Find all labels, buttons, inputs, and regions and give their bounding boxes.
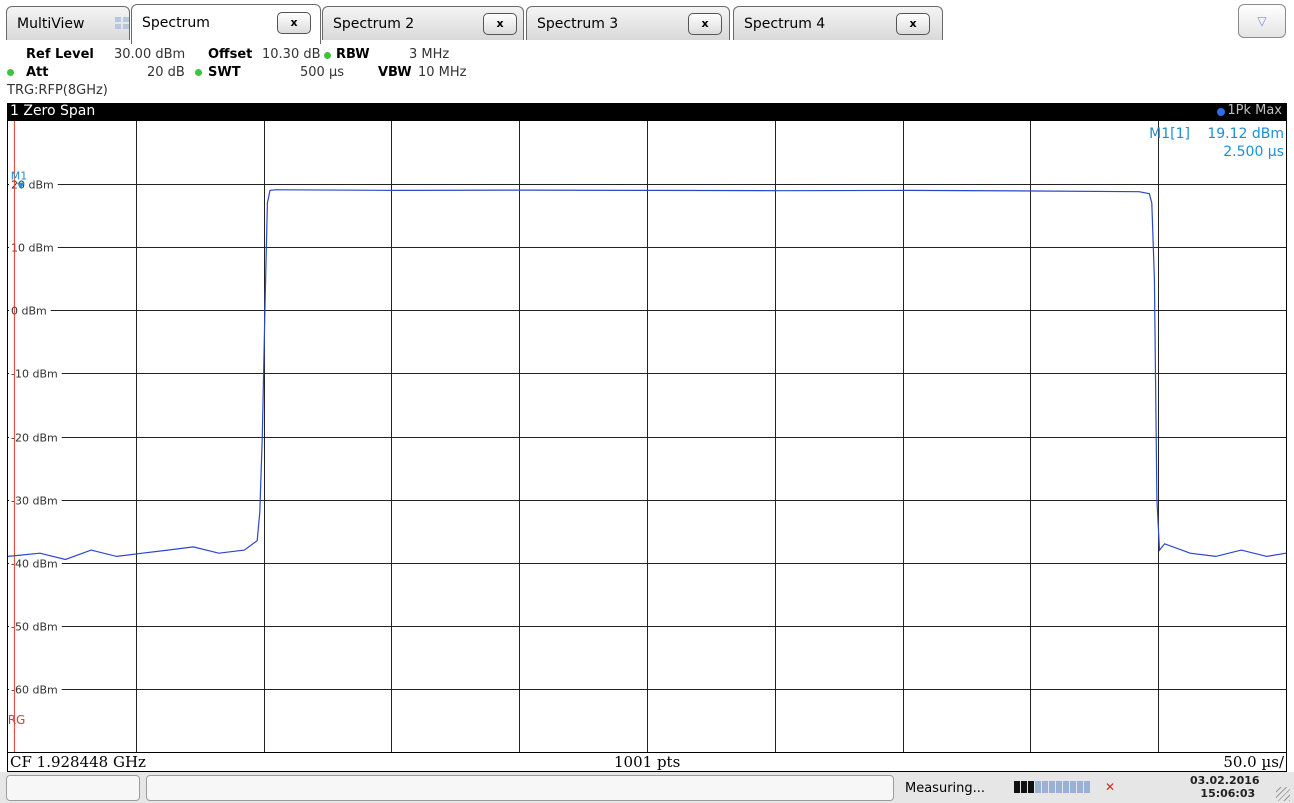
measurement-settings: Ref Level 30.00 dBm Offset 10.30 dB RBW … — [0, 44, 1294, 102]
zero-span-diagram[interactable]: 20 dBm 10 dBm 0 dBm -10 dBm -20 dBm -30 dBm -4… — [7, 121, 1287, 752]
vbw-label: VBW — [378, 65, 412, 80]
swt-coupled-indicator — [195, 69, 202, 76]
rbw-label: RBW — [336, 47, 370, 62]
trigger-label: TRG — [8, 713, 25, 727]
swt-value: 500 µs — [300, 65, 344, 80]
progress-segment — [1035, 781, 1041, 793]
offset-value: 10.30 dB — [262, 47, 321, 62]
tab-spectrum-2[interactable]: Spectrum 2 x — [322, 6, 524, 40]
rbw-value: 3 MHz — [409, 47, 450, 62]
att-label: Att — [26, 65, 49, 80]
att-coupled-indicator — [7, 69, 14, 76]
y-tick-label: -30 dBm — [11, 495, 58, 508]
measuring-status: Measuring... — [905, 781, 986, 796]
progress-segment — [1077, 781, 1083, 793]
y-tick-label: -60 dBm — [11, 684, 58, 697]
progress-segment — [1028, 781, 1034, 793]
sweep-points: 1001 pts — [614, 753, 681, 771]
y-tick-label: 0 dBm — [11, 305, 47, 318]
progress-segment — [1042, 781, 1048, 793]
trace-indicator-icon — [1217, 108, 1225, 116]
status-field-left — [6, 775, 140, 801]
marker-label: M1 — [11, 170, 28, 183]
status-field-message — [146, 775, 894, 801]
y-tick-label: -10 dBm — [11, 368, 58, 381]
window-title: 1 Zero Span — [10, 103, 96, 119]
offset-label: Offset — [208, 47, 253, 62]
measurement-progress-bar — [1014, 781, 1094, 793]
progress-segment — [1070, 781, 1076, 793]
marker-readout-label: M1[1] — [1149, 126, 1190, 142]
center-frequency: CF 1.928448 GHz — [10, 753, 146, 771]
trace-chart: 20 dBm10 dBm0 dBm-10 dBm-20 dBm-30 dBm-4… — [8, 121, 1286, 752]
tab-spectrum[interactable]: Spectrum x — [131, 4, 321, 44]
tab-spectrum-3[interactable]: Spectrum 3 x — [526, 6, 730, 40]
tab-spectrum-4[interactable]: Spectrum 4 x — [733, 6, 943, 40]
y-tick-label: 10 dBm — [11, 242, 54, 255]
tab-label: Spectrum 2 — [333, 16, 415, 32]
time-per-division: 50.0 µs/ — [1223, 753, 1284, 771]
remote-control-icon: ✕ — [1105, 780, 1116, 794]
multiview-grid-icon — [115, 17, 129, 29]
tab-label: Spectrum 3 — [537, 16, 619, 32]
tab-multiview[interactable]: MultiView — [6, 6, 130, 40]
progress-segment — [1084, 781, 1090, 793]
y-tick-label: -20 dBm — [11, 432, 58, 445]
status-bar: Measuring... ✕ 03.02.2016 15:06:03 — [0, 772, 1294, 803]
marker-readout-time: 2.500 µs — [1223, 144, 1284, 160]
rbw-coupled-indicator — [324, 52, 331, 59]
resize-grip-icon[interactable] — [1276, 787, 1290, 801]
date-time: 03.02.2016 15:06:03 — [1190, 774, 1260, 800]
trigger-source: TRG:RFP(8GHz) — [7, 83, 108, 98]
tab-bar: MultiView Spectrum x Spectrum 2 x Spectr… — [0, 0, 1294, 44]
tab-label: MultiView — [17, 16, 85, 32]
tab-menu-button[interactable]: ▽ — [1238, 4, 1286, 38]
close-tab-button[interactable]: x — [277, 12, 311, 34]
ref-level-label: Ref Level — [26, 47, 94, 62]
tab-label: Spectrum 4 — [744, 16, 826, 32]
att-value: 20 dB — [147, 65, 185, 80]
progress-segment — [1049, 781, 1055, 793]
status-time: 15:06:03 — [1200, 787, 1256, 800]
vbw-value: 10 MHz — [418, 65, 467, 80]
tab-label: Spectrum — [142, 15, 210, 31]
trace-detector: 1Pk Max — [1227, 103, 1282, 118]
y-tick-label: -50 dBm — [11, 621, 58, 634]
diagram-title-bar: 1 Zero Span 1Pk Max — [7, 103, 1287, 121]
progress-segment — [1021, 781, 1027, 793]
close-tab-button[interactable]: x — [688, 13, 722, 35]
triangle-down-icon: ▽ — [1257, 14, 1267, 28]
y-tick-label: -40 dBm — [11, 558, 58, 571]
progress-segment — [1063, 781, 1069, 793]
ref-level-value: 30.00 dBm — [114, 47, 186, 62]
progress-segment — [1014, 781, 1020, 793]
marker-readout-level: 19.12 dBm — [1207, 126, 1284, 142]
close-tab-button[interactable]: x — [483, 13, 517, 35]
status-date: 03.02.2016 — [1190, 774, 1260, 787]
close-tab-button[interactable]: x — [896, 13, 930, 35]
swt-label: SWT — [208, 65, 241, 80]
diagram-footer: CF 1.928448 GHz 1001 pts 50.0 µs/ — [7, 752, 1287, 772]
progress-segment — [1056, 781, 1062, 793]
